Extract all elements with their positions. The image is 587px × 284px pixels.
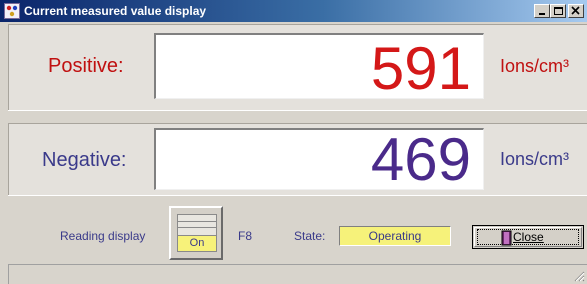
app-icon[interactable] <box>4 3 20 19</box>
minimize-button[interactable] <box>534 4 550 18</box>
reading-display-label: Reading display <box>60 229 146 243</box>
negative-value-box: 469 <box>154 128 484 190</box>
hotkey-label: F8 <box>238 229 253 243</box>
close-button[interactable]: Close <box>472 225 584 249</box>
state-value: Operating <box>339 226 451 246</box>
measured-value-window: Current measured value display Positive:… <box>0 0 587 284</box>
close-window-button[interactable] <box>568 4 584 18</box>
close-label-mnemonic: C <box>513 230 522 244</box>
title-bar[interactable]: Current measured value display <box>0 0 587 22</box>
negative-label: Negative: <box>42 149 127 171</box>
door-icon <box>501 230 512 246</box>
maximize-icon <box>554 7 563 15</box>
resize-grip-icon[interactable] <box>573 270 585 282</box>
positive-value-box: 591 <box>154 33 484 99</box>
toggle-on-label: On <box>178 235 216 251</box>
close-label: lose <box>521 230 544 244</box>
positive-value: 591 <box>370 35 471 102</box>
reading-display-toggle[interactable]: On <box>169 206 223 260</box>
maximize-button[interactable] <box>550 4 566 18</box>
status-bar <box>8 264 587 284</box>
close-x-icon <box>571 6 580 15</box>
positive-label: Positive: <box>48 55 124 77</box>
window-title: Current measured value display <box>24 4 207 18</box>
negative-value: 469 <box>370 126 471 193</box>
minimize-icon <box>539 13 545 15</box>
negative-unit: Ions/cm³ <box>500 149 570 169</box>
positive-unit: Ions/cm³ <box>500 56 570 76</box>
state-label: State: <box>294 229 326 243</box>
